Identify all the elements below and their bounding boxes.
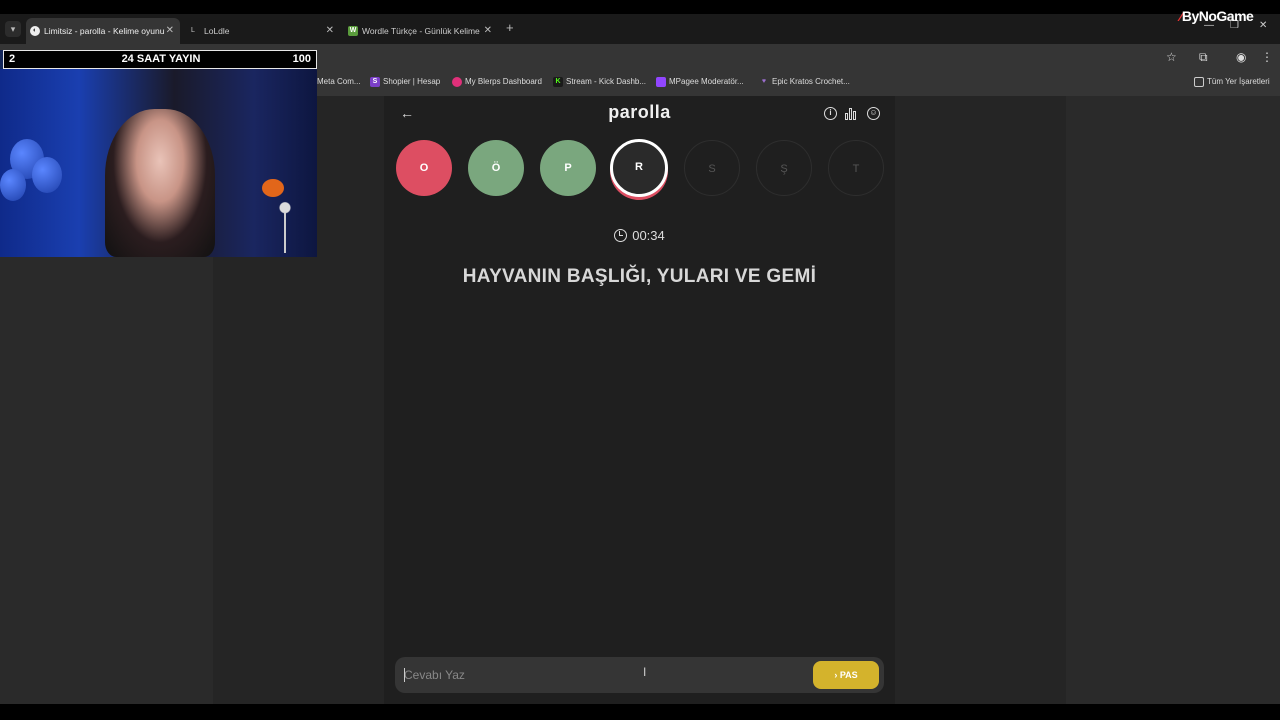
kick-icon: K [553,77,563,87]
tab-title: LoLdle [204,26,230,36]
all-bookmarks-folder[interactable]: Tüm Yer İşaretleri [1194,77,1270,87]
pass-label: PAS [839,670,858,680]
shopier-icon: S [370,77,380,87]
tab-wordle[interactable]: W Wordle Türkçe - Günlük Kelime ✕ [344,18,498,44]
profile-icon[interactable]: ☺ [867,107,880,120]
tab-search-button[interactable]: ▾ [5,21,21,37]
tab-parolla[interactable]: ◐ Limitsiz - parolla - Kelime oyunu ✕ [26,18,180,44]
bynogame-logo: ⁄ByNoGame [1180,8,1254,24]
webcam-video [0,69,317,257]
clock-icon [614,229,628,242]
close-tab-icon[interactable]: ✕ [484,18,492,44]
bookmark-label: My Blerps Dashboard [465,77,542,86]
parolla-favicon-icon: ◐ [30,26,40,36]
pass-button[interactable]: › PAS [813,661,879,689]
close-window-icon[interactable]: ✕ [1259,20,1267,31]
blerps-icon [452,77,462,87]
stream-right-value: 100 [292,53,311,65]
tab-loldle[interactable]: L LoLdle ✕ [186,18,340,44]
menu-kebab-icon[interactable]: ⋮ [1261,50,1273,64]
letter-circle-s-cedilla: Ş [756,140,812,196]
bookmark-twitch[interactable]: MPagee Moderatör... [656,77,744,87]
bookmark-label: Epic Kratos Crochet... [772,77,850,86]
bookmark-kick[interactable]: K Stream - Kick Dashb... [553,77,647,87]
close-tab-icon[interactable]: ✕ [326,18,334,44]
pumpkin-decoration [262,179,284,197]
folder-icon [1194,77,1204,87]
bookmark-kratos[interactable]: ♥ Epic Kratos Crochet... [759,77,850,86]
bookmark-label: Meta Com... [317,77,361,86]
bookmark-label: Shopier | Hesap [383,77,441,86]
letter-circle-o: O [396,140,452,196]
answer-bar: I › PAS [395,657,884,693]
webcam-overlay: 2 24 SAAT YAYIN 100 [0,50,317,257]
parolla-game: ← parolla i ☺ O Ö P R S Ş T 00:34 HAYVAN… [384,96,895,704]
bookmark-label: Stream - Kick Dashb... [566,77,647,86]
tab-title: Limitsiz - parolla - Kelime oyunu [44,26,165,36]
letter-circle-r-current: R [610,139,668,197]
new-tab-button[interactable]: + [506,20,514,35]
letter-circle-p: P [540,140,596,196]
skeleton-decoration [276,199,294,257]
streamer-person [105,109,215,257]
question-text: HAYVANIN BAŞLIĞI, YULARI VE GEMİ [462,266,817,287]
letter-circle-o-umlaut: Ö [468,140,524,196]
extensions-icon[interactable]: ⧉ [1199,50,1208,65]
info-icon[interactable]: i [824,107,837,120]
tab-title: Wordle Türkçe - Günlük Kelime [362,26,480,36]
letter-circle-s: S [684,140,740,196]
bookmark-label: MPagee Moderatör... [669,77,744,86]
bookmark-label: Tüm Yer İşaretleri [1207,77,1270,86]
game-title: parolla [608,102,671,122]
bookmark-blerps[interactable]: My Blerps Dashboard [452,77,542,87]
right-margin [1066,96,1280,704]
tab-bar: ▾ ◐ Limitsiz - parolla - Kelime oyunu ✕ … [0,14,1280,44]
bookmark-star-icon[interactable]: ☆ [1166,50,1177,64]
twitch-icon [656,77,666,87]
screen: ▾ ◐ Limitsiz - parolla - Kelime oyunu ✕ … [0,0,1280,720]
stream-stats-bar: 2 24 SAAT YAYIN 100 [3,50,317,69]
loldle-favicon-icon: L [191,27,195,34]
letter-circle-t: T [828,140,884,196]
heart-icon: ♥ [761,78,767,85]
stats-icon[interactable] [845,107,858,120]
timer: 00:34 [384,228,895,243]
text-caret [404,668,405,682]
close-tab-icon[interactable]: ✕ [166,18,174,44]
wordle-favicon-icon: W [348,26,358,36]
timer-value: 00:34 [632,228,665,243]
mouse-ibeam-cursor-icon: I [643,665,647,679]
bookmark-shopier[interactable]: S Shopier | Hesap [370,77,441,87]
answer-input[interactable] [404,657,804,693]
profile-avatar-icon[interactable]: ◉ [1236,50,1246,64]
stream-center-text: 24 SAAT YAYIN [121,53,201,65]
